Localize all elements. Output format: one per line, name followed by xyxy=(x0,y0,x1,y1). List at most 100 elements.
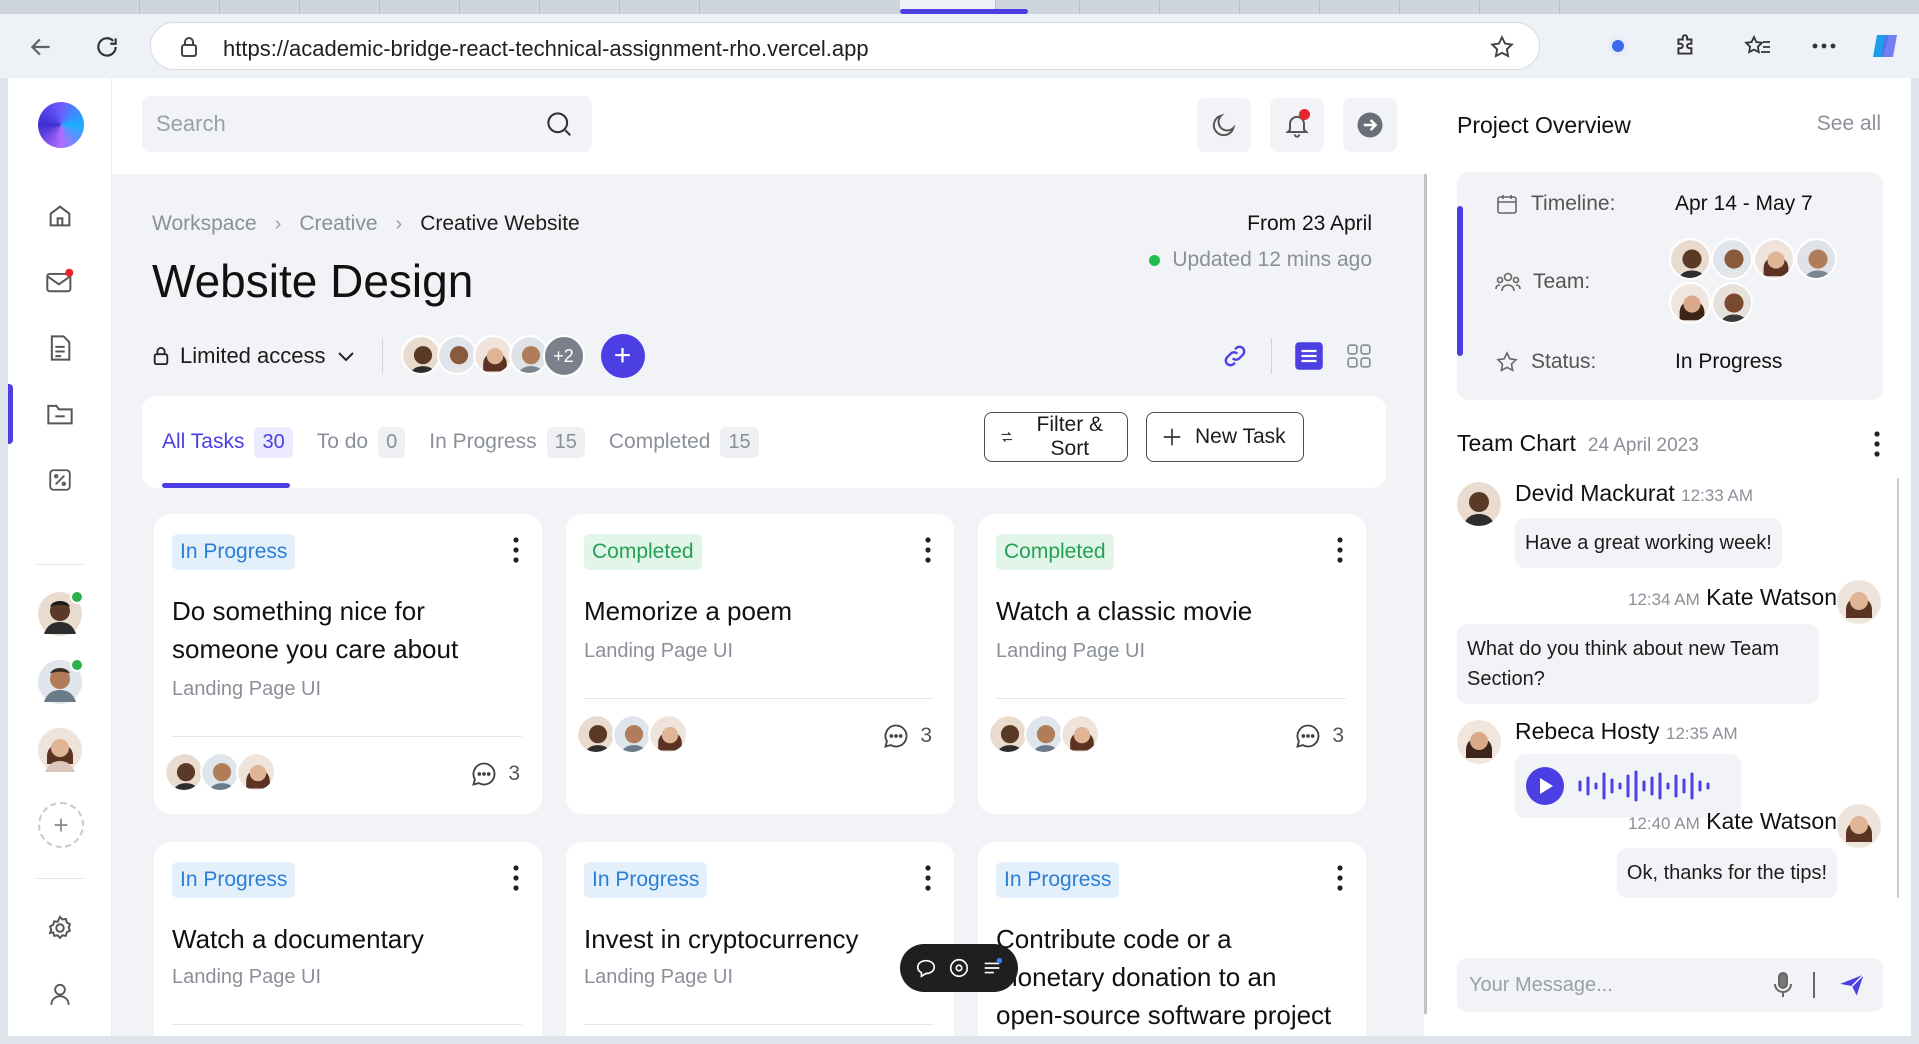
message-input[interactable] xyxy=(1469,970,1769,1000)
add-contact-button[interactable]: + xyxy=(38,802,84,848)
task-card[interactable]: Completed Memorize a poem Landing Page U… xyxy=(566,514,954,814)
search-input[interactable] xyxy=(156,108,516,140)
browser-tab[interactable] xyxy=(220,0,300,14)
back-button[interactable] xyxy=(22,28,60,66)
breadcrumb-item[interactable]: Workspace xyxy=(152,212,257,236)
browser-tab[interactable] xyxy=(1400,0,1480,14)
chat-scrollbar[interactable] xyxy=(1897,478,1899,898)
browser-tab[interactable] xyxy=(1160,0,1240,14)
browser-tab[interactable] xyxy=(540,0,620,14)
kebab-icon[interactable] xyxy=(1336,536,1344,564)
tab-to-do[interactable]: To do 0 xyxy=(317,396,406,488)
filter-sort-button[interactable]: Filter & Sort xyxy=(984,412,1128,462)
task-card[interactable]: Completed Watch a classic movie Landing … xyxy=(978,514,1366,814)
browser-tab[interactable] xyxy=(1480,0,1560,14)
more-members-count[interactable]: +2 xyxy=(542,335,585,377)
more-button[interactable] xyxy=(1806,28,1842,64)
browser-tab[interactable] xyxy=(380,0,460,14)
task-card[interactable]: In Progress Invest in cryptocurrency Lan… xyxy=(566,842,954,1036)
browser-tab[interactable] xyxy=(1000,0,1080,14)
profile-button[interactable] xyxy=(1600,28,1636,64)
card-divider xyxy=(172,736,522,737)
team-avatars[interactable] xyxy=(1669,238,1841,324)
tab-count: 30 xyxy=(254,426,293,458)
kebab-icon[interactable] xyxy=(512,536,520,564)
dark-mode-button[interactable] xyxy=(1197,98,1251,152)
breadcrumb-current: Creative Website xyxy=(420,212,580,235)
rail-mail[interactable] xyxy=(40,262,80,302)
tab-count: 0 xyxy=(378,426,406,458)
comment-icon xyxy=(472,762,496,786)
kebab-icon[interactable] xyxy=(1336,864,1344,892)
kebab-icon[interactable] xyxy=(1873,430,1881,458)
browser-tab-active[interactable] xyxy=(900,0,1028,14)
browser-tab[interactable] xyxy=(1080,0,1160,14)
avatar xyxy=(648,714,688,754)
rail-contact-avatar[interactable] xyxy=(38,658,84,704)
status-badge: In Progress xyxy=(584,862,708,898)
browser-tab[interactable] xyxy=(460,0,540,14)
rail-profile[interactable] xyxy=(40,974,80,1014)
browser-tab[interactable] xyxy=(300,0,380,14)
add-member-button[interactable]: + xyxy=(600,334,645,378)
status-badge: Completed xyxy=(584,534,702,570)
app-logo[interactable] xyxy=(38,102,84,148)
browser-tab[interactable] xyxy=(140,0,220,14)
browser-tab[interactable] xyxy=(620,0,700,14)
tab-in-progress[interactable]: In Progress 15 xyxy=(429,396,585,488)
browser-tab[interactable] xyxy=(1320,0,1400,14)
see-all-link[interactable]: See all xyxy=(1817,112,1881,136)
new-task-button[interactable]: New Task xyxy=(1146,412,1304,462)
notifications-button[interactable] xyxy=(1270,98,1324,152)
task-card[interactable]: In Progress Contribute code or a monetar… xyxy=(978,842,1366,1036)
rail-contact-avatar[interactable] xyxy=(38,590,84,636)
send-icon[interactable] xyxy=(1837,971,1867,999)
breadcrumb: Workspace › Creative › Creative Website xyxy=(152,212,580,236)
task-card[interactable]: In Progress Watch a documentary Landing … xyxy=(154,842,542,1036)
copilot-button[interactable] xyxy=(1868,28,1904,64)
mic-icon[interactable] xyxy=(1773,971,1793,999)
kebab-icon[interactable] xyxy=(924,536,932,564)
breadcrumb-item[interactable]: Creative xyxy=(299,212,377,236)
comment-count[interactable]: 3 xyxy=(882,722,932,750)
extensions-button[interactable] xyxy=(1668,28,1704,64)
tab-all-tasks[interactable]: All Tasks 30 xyxy=(162,396,293,488)
rail-contact-avatar[interactable] xyxy=(38,728,82,772)
eye-icon[interactable] xyxy=(948,957,970,979)
status-badge: Completed xyxy=(996,534,1114,570)
copilot-icon xyxy=(1873,35,1897,57)
link-icon[interactable] xyxy=(1221,342,1249,370)
address-bar[interactable]: https://academic-bridge-react-technical-… xyxy=(150,22,1540,70)
rail-folder[interactable] xyxy=(8,384,80,444)
menu-icon[interactable] xyxy=(981,957,1003,979)
rail-reports[interactable] xyxy=(40,460,80,500)
grid-view-icon[interactable] xyxy=(1346,343,1372,369)
kebab-icon[interactable] xyxy=(512,864,520,892)
access-dropdown[interactable]: Limited access xyxy=(152,343,356,369)
comment-count[interactable]: 3 xyxy=(1294,722,1344,750)
rail-settings[interactable] xyxy=(40,908,80,948)
member-avatars[interactable]: +2 xyxy=(400,335,585,377)
rail-home[interactable] xyxy=(40,196,80,236)
chat-bubble-icon[interactable] xyxy=(915,957,937,979)
rail-documents[interactable] xyxy=(40,328,80,368)
search-icon[interactable] xyxy=(544,109,574,139)
comment-count[interactable]: 3 xyxy=(470,760,520,788)
list-view-icon[interactable] xyxy=(1294,341,1324,371)
tab-count: 15 xyxy=(720,426,759,458)
reload-button[interactable] xyxy=(88,28,126,66)
task-title: Invest in cryptocurrency xyxy=(584,924,859,954)
favorites-button[interactable] xyxy=(1740,28,1776,64)
divider xyxy=(381,339,383,373)
tab-completed[interactable]: Completed 15 xyxy=(609,396,759,488)
browser-tab[interactable] xyxy=(1240,0,1320,14)
star-icon[interactable] xyxy=(1489,34,1515,60)
logout-button[interactable] xyxy=(1343,98,1397,152)
tab-label: In Progress xyxy=(429,430,537,453)
message-bubble: Have a great working week! xyxy=(1515,518,1782,568)
task-subtitle: Landing Page UI xyxy=(996,640,1146,662)
kebab-icon[interactable] xyxy=(924,864,932,892)
play-icon[interactable] xyxy=(1525,766,1565,806)
task-card[interactable]: In Progress Do something nice for someon… xyxy=(154,514,542,814)
browser-tab[interactable] xyxy=(60,0,140,14)
